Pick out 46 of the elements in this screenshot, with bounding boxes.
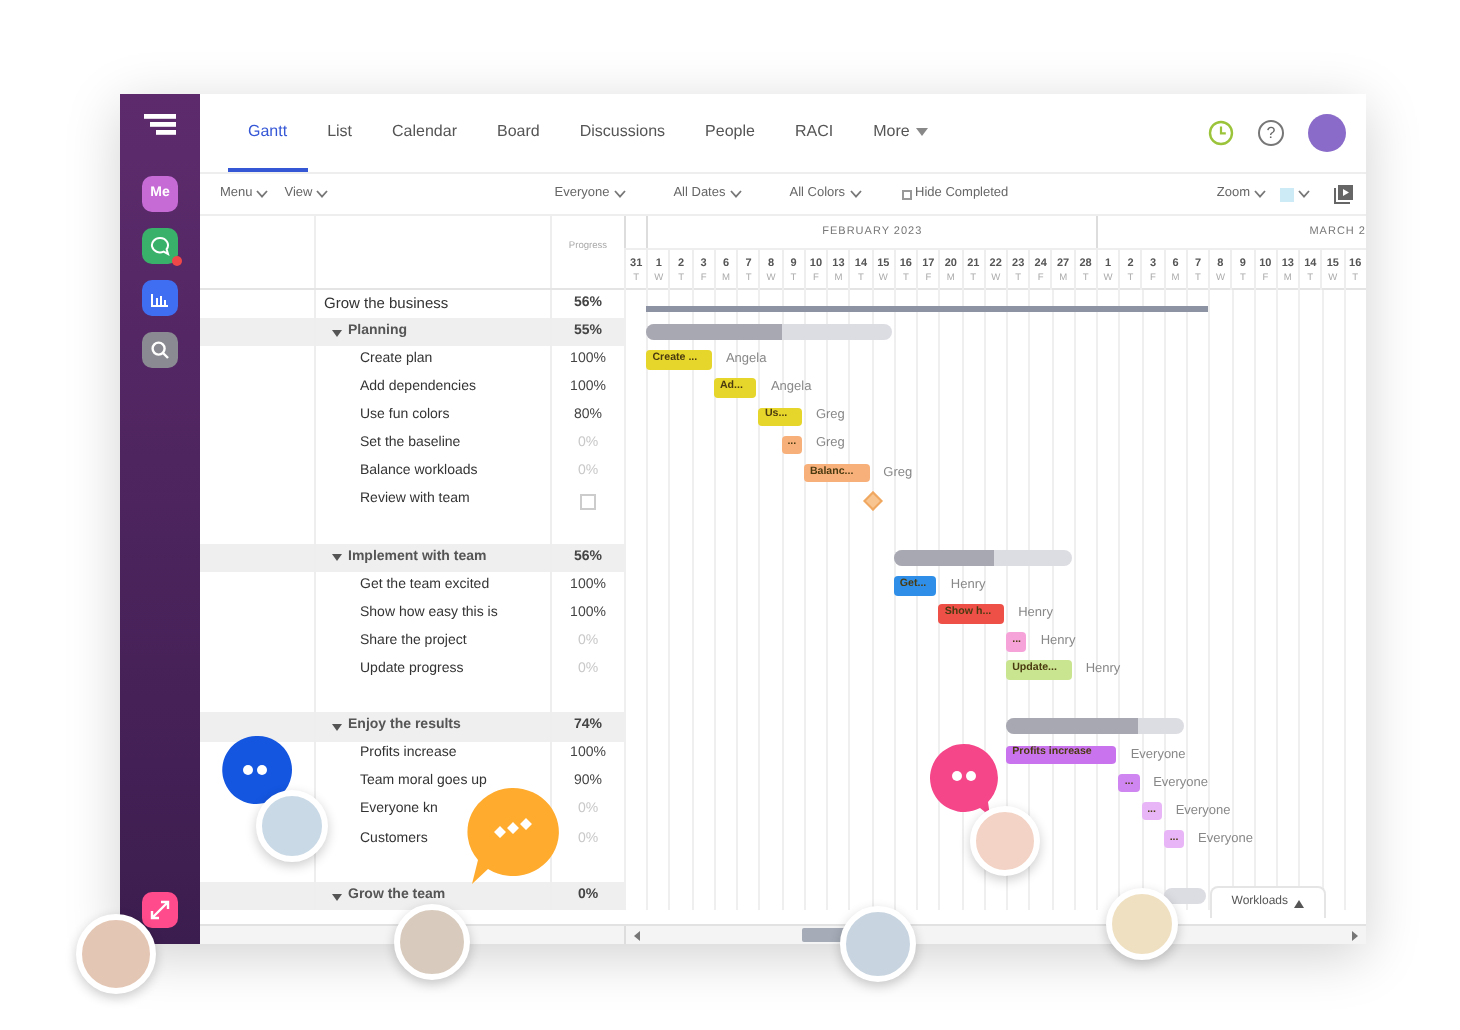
- nav-tab[interactable]: More: [853, 94, 948, 172]
- color-swatch[interactable]: [1280, 187, 1294, 201]
- caret-icon: [729, 190, 742, 198]
- scrollbar-thumb[interactable]: [802, 928, 846, 942]
- expand-arrows-icon: [150, 900, 170, 920]
- scroll-right-icon[interactable]: [1348, 930, 1360, 942]
- caret-icon: [915, 127, 928, 135]
- caret-icon: [1298, 190, 1310, 198]
- summary-bar[interactable]: [1006, 718, 1185, 735]
- search-button[interactable]: [142, 332, 178, 368]
- nav-tab[interactable]: Calendar: [372, 94, 477, 172]
- expand-button[interactable]: [142, 892, 178, 928]
- nav-tab[interactable]: People: [685, 94, 775, 172]
- nav-tab[interactable]: Board: [477, 94, 560, 172]
- avatar-placeholder[interactable]: [1308, 114, 1346, 152]
- caret-icon[interactable]: [332, 327, 342, 338]
- caret-icon: [849, 190, 862, 198]
- chat-bubble-icon: [150, 236, 170, 256]
- scroll-left-icon[interactable]: [632, 930, 644, 942]
- reports-button[interactable]: [142, 280, 178, 316]
- summary-bar[interactable]: [893, 549, 1072, 566]
- help-button[interactable]: ?: [1258, 120, 1284, 146]
- caret-icon[interactable]: [332, 891, 342, 902]
- checkbox[interactable]: [580, 493, 596, 510]
- menu-icon[interactable]: [144, 114, 176, 136]
- chat-button[interactable]: [142, 228, 178, 264]
- slideshow-icon[interactable]: [1334, 184, 1354, 204]
- bar-chart-icon: [150, 289, 170, 307]
- caret-icon[interactable]: [332, 552, 342, 563]
- chat-bubble-icon: [464, 786, 560, 886]
- avatar-placeholder: [76, 914, 156, 994]
- caret-icon: [256, 190, 269, 198]
- nav-tab[interactable]: Gantt: [228, 94, 308, 172]
- nav-tab[interactable]: List: [307, 94, 373, 172]
- caret-icon: [1254, 190, 1266, 198]
- nav-tab[interactable]: Discussions: [559, 94, 686, 172]
- nav-tab[interactable]: RACI: [774, 94, 854, 172]
- caret-icon: [316, 190, 329, 198]
- checkbox[interactable]: [901, 189, 912, 199]
- summary-bar[interactable]: [646, 324, 892, 341]
- chat-bubble-icon: [926, 742, 1002, 818]
- search-icon: [150, 340, 170, 360]
- notification-dot: [172, 256, 182, 266]
- caret-icon: [1294, 899, 1304, 907]
- caret-icon: [613, 190, 626, 198]
- caret-icon[interactable]: [332, 721, 342, 732]
